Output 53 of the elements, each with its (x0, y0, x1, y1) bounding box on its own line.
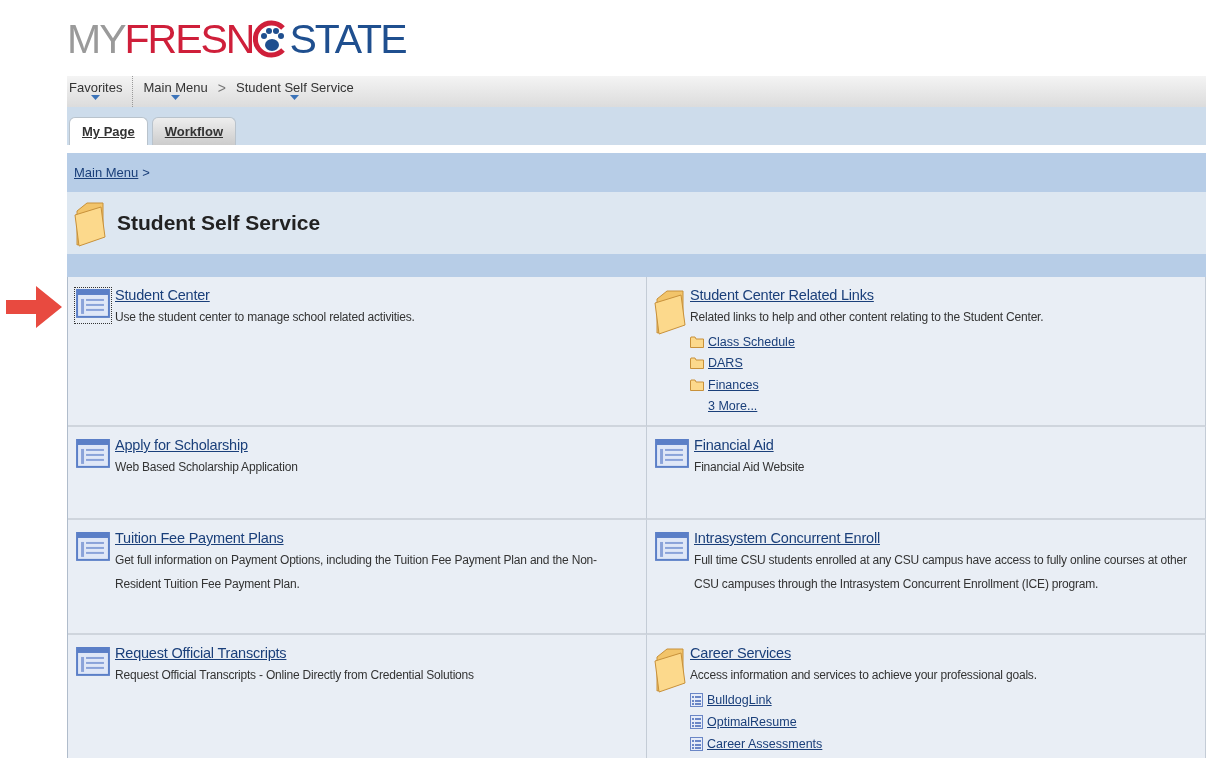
sub-link[interactable]: BulldogLink (707, 693, 772, 707)
nav-menu[interactable]: Main Menu (141, 80, 210, 104)
description: Full time CSU students enrolled at any CSU campus have access to fully online courses at other CSU campuses through the Intrasystem Concurrent Enrollment (ICE) program. (694, 552, 1188, 593)
description: Request Official Transcripts - Online Directly from Credential Solutions (115, 667, 474, 684)
sub-link[interactable]: 3 More... (708, 399, 758, 414)
description: Related links to help and other content relating to the Student Center. (690, 309, 1044, 326)
description: Financial Aid Website (694, 459, 805, 476)
separator: > (142, 165, 150, 180)
logo-text: STATE (289, 18, 406, 60)
logo-text: FRESN (124, 18, 254, 60)
folder-icon (653, 287, 687, 335)
sub-link[interactable]: Career Assessments (707, 737, 823, 751)
folder-icon (73, 199, 107, 247)
page-icon (76, 439, 110, 468)
sub-link[interactable]: DARS (708, 356, 743, 371)
page-icon (655, 439, 689, 468)
menu-link[interactable]: Request Official Transcripts (115, 645, 474, 661)
logo-text: MY (67, 18, 125, 60)
list-icon (690, 715, 703, 729)
menu-link[interactable]: Intrasystem Concurrent Enroll (694, 530, 1199, 546)
description: Get full information on Payment Options, including the Tuition Fee Payment Plan and the Non-Resident Tuition Fee Payment Plan. (115, 552, 598, 593)
folder-icon (690, 335, 704, 348)
nav-menu[interactable]: Student Self Service (233, 80, 356, 104)
sub-link[interactable]: Class Schedule (708, 334, 795, 349)
folder-icon (690, 357, 704, 370)
description: Access information and services to achieve your professional goals. (690, 667, 1037, 684)
page-title: Student Self Service (117, 211, 321, 235)
page-icon (76, 289, 110, 318)
separator: > (217, 80, 226, 96)
caret-icon (290, 95, 300, 100)
page-icon (655, 532, 689, 561)
page-icon (76, 647, 110, 676)
list-icon (690, 693, 703, 707)
description: Use the student center to manage school related activities. (115, 309, 415, 326)
sub-link[interactable]: Finances (708, 377, 759, 392)
breadcrumb-link[interactable]: Main Menu (74, 165, 139, 180)
folder-icon (690, 378, 704, 391)
menu-link[interactable]: Tuition Fee Payment Plans (115, 530, 640, 546)
menu-link[interactable]: Apply for Scholarship (115, 437, 298, 453)
sub-link[interactable]: OptimalResume (707, 715, 797, 729)
nav-menu[interactable]: Favorites (67, 80, 125, 104)
menu-link[interactable]: Career Services (690, 645, 1037, 661)
list-icon (690, 737, 703, 751)
tab[interactable]: My Page (69, 117, 148, 145)
caret-icon (171, 95, 181, 100)
tab[interactable]: Workflow (151, 117, 236, 145)
page-icon (76, 532, 110, 561)
folder-icon (653, 645, 687, 693)
menu-link[interactable]: Student Center (115, 287, 415, 303)
menu-link[interactable]: Student Center Related Links (690, 287, 1044, 303)
description: Web Based Scholarship Application (115, 459, 298, 476)
menu-link[interactable]: Financial Aid (694, 437, 805, 453)
caret-icon (91, 95, 101, 100)
